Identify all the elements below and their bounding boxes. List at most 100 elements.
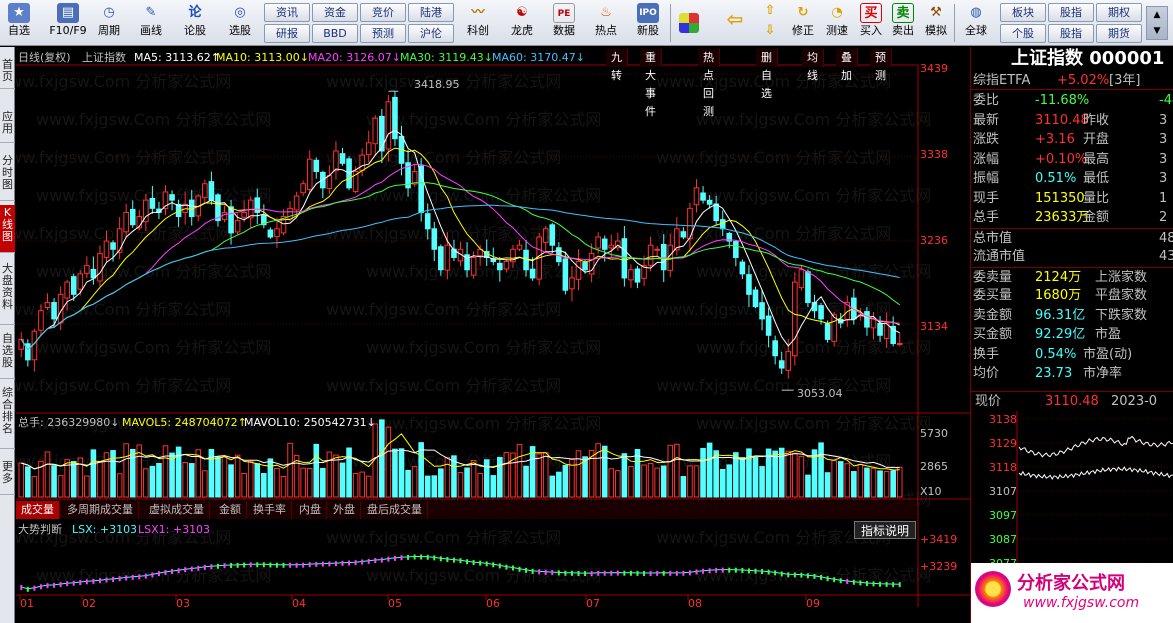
lugang-button[interactable]: 陆港 bbox=[408, 3, 454, 22]
quote-subvalue: 3 bbox=[1159, 112, 1168, 128]
indicator-tab[interactable]: 内盘 bbox=[294, 501, 327, 519]
yanbao-button[interactable]: 研报 bbox=[264, 24, 310, 43]
maichu-button[interactable]: 卖卖出 bbox=[888, 1, 918, 45]
tab-home[interactable]: 首页 bbox=[0, 57, 15, 89]
quanqiu-button[interactable]: ◍ 全球 bbox=[958, 1, 994, 45]
candle-body bbox=[503, 261, 510, 270]
f10-button[interactable]: ▤ F10/F9 bbox=[44, 1, 92, 45]
longhu-button[interactable]: ☯ 龙虎 bbox=[502, 1, 542, 45]
moni-button[interactable]: ⚒ 模拟 bbox=[920, 1, 952, 45]
zijin-button[interactable]: 资金 bbox=[312, 3, 358, 22]
chart-tab[interactable]: 重大事件 bbox=[640, 49, 662, 118]
etf-row[interactable]: 综指ETFA +5.02% [3年] bbox=[971, 71, 1173, 90]
arrow-up-icon: ⇧ bbox=[764, 3, 776, 18]
indicator-tab[interactable]: 虚拟成交量 bbox=[144, 501, 210, 519]
month-label: 05 bbox=[388, 597, 402, 610]
candle-body bbox=[470, 256, 477, 276]
star-icon: ★ bbox=[8, 3, 30, 23]
chart-tab[interactable]: 热点回测 bbox=[698, 49, 720, 118]
hulun-button[interactable]: 沪伦 bbox=[408, 24, 454, 43]
redian-button[interactable]: ♨ 热点 bbox=[588, 1, 624, 45]
candle-body bbox=[529, 268, 536, 279]
indicator-tab[interactable]: 金额 bbox=[214, 501, 247, 519]
grid-button[interactable] bbox=[676, 1, 702, 45]
scroll-toolbar-button[interactable]: ▲ ▼ bbox=[1146, 6, 1168, 40]
jingjia-button[interactable]: 竞价 bbox=[360, 3, 406, 22]
gegu-button[interactable]: 个股 bbox=[1000, 24, 1046, 43]
qihuo-button[interactable]: 期货 bbox=[1096, 24, 1142, 43]
volume-bar bbox=[234, 454, 241, 498]
quote-subvalue: -44 bbox=[1159, 93, 1173, 108]
candle-body bbox=[221, 211, 228, 221]
volume-unit-label: X10 bbox=[920, 485, 942, 498]
mavol5-label: MAVOL5: 248704072↑ bbox=[122, 416, 247, 429]
chart-tab[interactable]: 九转 bbox=[606, 49, 628, 82]
volume-bar bbox=[785, 450, 792, 498]
zhouqi-button[interactable]: ◷ 周期 bbox=[92, 1, 126, 45]
quote-label: 买金额 bbox=[973, 327, 1013, 342]
quote-sublabel: 平盘家数 bbox=[1095, 288, 1148, 303]
back-button[interactable]: ⇦ bbox=[720, 1, 750, 45]
xuangu-button[interactable]: ◎ 选股 bbox=[220, 1, 260, 45]
volume-bar bbox=[837, 461, 844, 498]
tab-ranking[interactable]: 综合排名 bbox=[0, 385, 15, 449]
indicator-tab[interactable]: 换手率 bbox=[248, 501, 292, 519]
indicator-tab[interactable]: 外盘 bbox=[328, 501, 361, 519]
volume-bar bbox=[503, 452, 510, 498]
candle-body bbox=[444, 244, 451, 271]
indicator-tab[interactable]: 盘后成交量 bbox=[362, 501, 428, 519]
watermark-text: www.fxjgsw.Com 分析家公式网 bbox=[696, 338, 931, 357]
quote-subvalue: 1 bbox=[1159, 190, 1168, 206]
indicator-label-3419: +3419 bbox=[920, 533, 958, 546]
quote-sublabel: 市净率 bbox=[1083, 366, 1123, 381]
chart-tab[interactable]: 均线 bbox=[802, 49, 824, 82]
xiuzheng-button[interactable]: ↻ 修正 bbox=[786, 1, 820, 45]
quote-label: 委比 bbox=[973, 93, 1000, 108]
guzhi2-button[interactable]: 股指 bbox=[1048, 24, 1094, 43]
huaxian-button[interactable]: ✎ 画线 bbox=[134, 1, 168, 45]
bankuai-button[interactable]: 板块 bbox=[1000, 3, 1046, 22]
quote-row: 委比 -11.68% -44 bbox=[971, 91, 1173, 110]
candle-body bbox=[110, 242, 116, 250]
up-button[interactable]: ⇧ ⇩ bbox=[758, 1, 782, 45]
yuce-button[interactable]: 预测 bbox=[360, 24, 406, 43]
kline-chart-area[interactable]: www.fxjgsw.Com 分析家公式网 www.fxjgsw.Com 分析家公… bbox=[16, 47, 970, 623]
zixuan-button[interactable]: ★ 自选 bbox=[2, 1, 36, 45]
candle-body bbox=[339, 153, 346, 164]
zixun-button[interactable]: 资讯 bbox=[264, 3, 310, 22]
candle-body bbox=[123, 211, 129, 233]
month-label: 02 bbox=[82, 597, 96, 610]
volume-bar bbox=[359, 471, 365, 498]
guzhi-button[interactable]: 股指 bbox=[1048, 3, 1094, 22]
volume-bar bbox=[228, 464, 234, 498]
candle-body bbox=[202, 183, 208, 199]
ceshi-button[interactable]: ◔ 测速 bbox=[820, 1, 854, 45]
tab-intraday[interactable]: 分时图 bbox=[0, 153, 15, 201]
indicator-tab[interactable]: 成交量 bbox=[16, 501, 60, 519]
indicator-help-button[interactable]: 指标说明 bbox=[854, 521, 917, 539]
bbd-button[interactable]: BBD bbox=[312, 24, 358, 43]
lunban-button[interactable]: 论论股 bbox=[178, 1, 212, 45]
shuju-button[interactable]: PE 数据 bbox=[546, 1, 582, 45]
tab-more[interactable]: 更多 bbox=[0, 459, 15, 495]
tab-market-info[interactable]: 大盘资料 bbox=[0, 261, 15, 325]
volume-bar bbox=[851, 471, 857, 498]
xingu-button[interactable]: IPO 新股 bbox=[630, 1, 666, 45]
indicator-tab[interactable]: 多周期成交量 bbox=[62, 501, 139, 519]
mairu-button[interactable]: 买买入 bbox=[856, 1, 886, 45]
candle-body bbox=[70, 276, 77, 295]
price-label-3439: 3439 bbox=[920, 62, 948, 75]
volume-bar bbox=[18, 462, 25, 498]
qiquan-button[interactable]: 期权 bbox=[1096, 3, 1142, 22]
chart-tab[interactable]: 预测 bbox=[870, 49, 892, 82]
dragon-icon: ☯ bbox=[516, 5, 528, 20]
chart-tab[interactable]: 删自选 bbox=[756, 49, 778, 100]
tab-kline[interactable]: K线图 bbox=[0, 205, 15, 253]
volume-bar bbox=[497, 456, 503, 498]
volume-bar bbox=[634, 449, 641, 498]
tab-apps[interactable]: 应用 bbox=[0, 109, 15, 143]
volume-bar bbox=[490, 475, 497, 498]
kechuang-button[interactable]: 〰科创 bbox=[458, 1, 498, 45]
chart-tab[interactable]: 叠加 bbox=[836, 49, 858, 82]
tab-my-stocks[interactable]: 自选股 bbox=[0, 331, 15, 379]
